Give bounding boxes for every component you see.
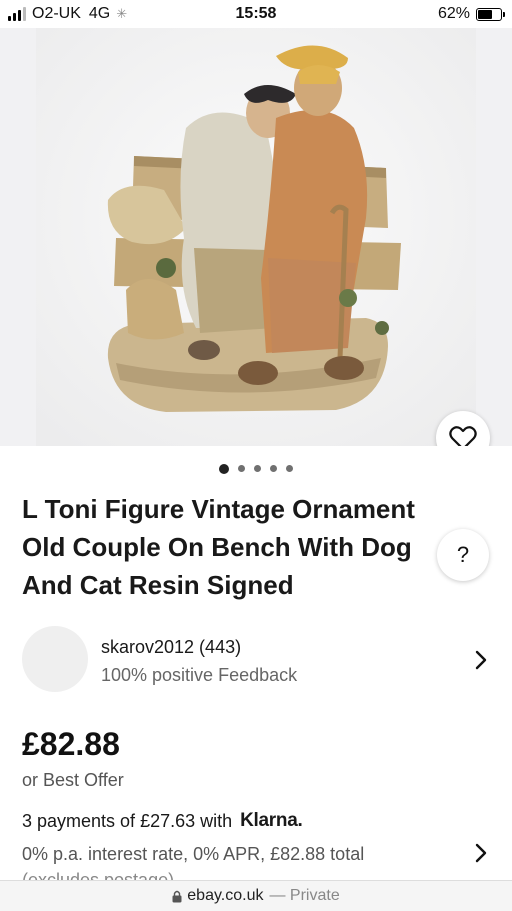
seller-name: skarov2012 (443) xyxy=(101,637,242,657)
best-offer-label: or Best Offer xyxy=(22,770,124,790)
clock: 15:58 xyxy=(235,5,277,22)
payments-chevron-right-icon[interactable] xyxy=(474,843,488,863)
seller-avatar xyxy=(22,626,88,692)
product-image[interactable] xyxy=(36,28,476,446)
url-text: ebay.co.uk xyxy=(187,887,264,904)
chevron-right-icon xyxy=(475,650,487,670)
gallery-dot[interactable] xyxy=(254,465,261,472)
battery-icon xyxy=(476,7,505,21)
gallery-dot[interactable] xyxy=(219,463,229,474)
image-gallery[interactable] xyxy=(0,28,512,446)
listing-title: L Toni Figure Vintage Ornament Old Coupl… xyxy=(22,494,415,600)
browser-url-bar[interactable]: ebay.co.uk — Private xyxy=(0,880,512,911)
seller-feedback: 100% positive Feedback xyxy=(101,665,298,685)
heart-icon xyxy=(449,426,477,446)
status-bar: O2-UK 4G ✳ 15:58 62% xyxy=(0,0,512,28)
lock-icon xyxy=(172,890,182,902)
seller-row[interactable]: skarov2012 (443) 100% positive Feedback xyxy=(0,620,512,700)
help-button[interactable]: ? xyxy=(437,529,489,581)
interest-text: 0% p.a. interest rate, 0% APR, £82.88 to… xyxy=(22,844,365,864)
gallery-dot[interactable] xyxy=(238,465,245,472)
klarna-payments: 3 payments of £27.63 with Klarna. xyxy=(22,810,303,832)
gallery-dot[interactable] xyxy=(286,465,293,472)
gallery-pagination xyxy=(0,463,512,474)
private-mode-label: — Private xyxy=(269,887,340,904)
gallery-dot[interactable] xyxy=(270,465,277,472)
klarna-logo: Klarna. xyxy=(240,810,303,831)
payments-text: 3 payments of £27.63 with xyxy=(22,810,233,831)
battery-percent: 62% xyxy=(437,5,470,22)
price: £82.88 xyxy=(22,726,120,762)
